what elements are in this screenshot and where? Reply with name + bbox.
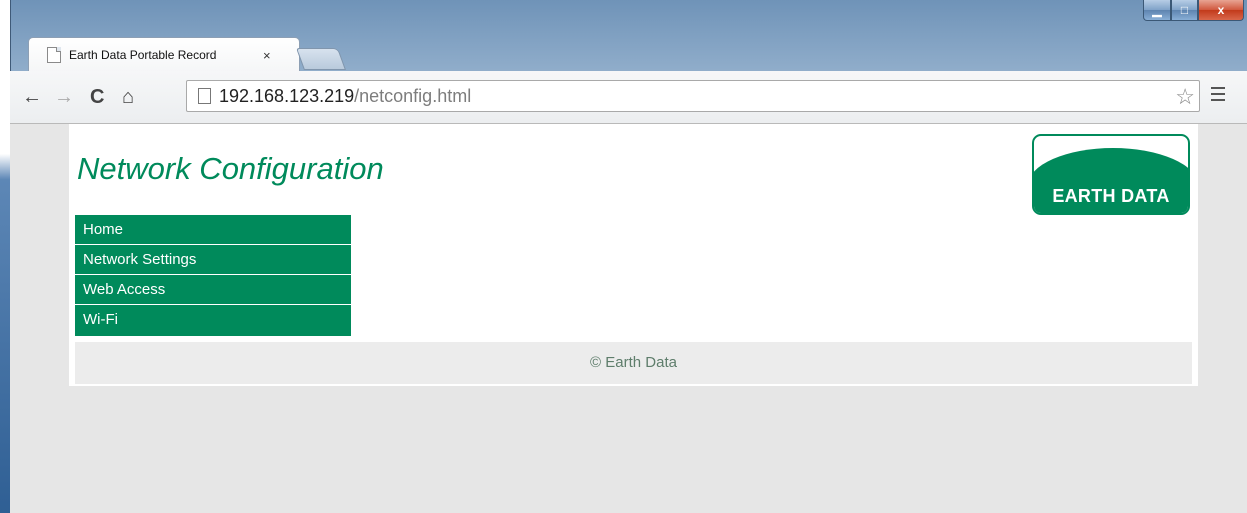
home-icon[interactable]: ⌂ bbox=[122, 85, 134, 109]
desktop-edge bbox=[0, 0, 10, 513]
close-window-button[interactable]: x bbox=[1198, 0, 1244, 21]
browser-tab[interactable]: Earth Data Portable Record × bbox=[28, 37, 300, 72]
maximize-button[interactable]: □ bbox=[1171, 0, 1198, 21]
document-icon bbox=[47, 47, 61, 63]
page-icon bbox=[198, 88, 211, 104]
reload-icon[interactable]: C bbox=[90, 85, 104, 109]
window-controls: ▁ □ x bbox=[1143, 0, 1244, 22]
hamburger-menu-icon[interactable] bbox=[1211, 83, 1225, 105]
page-title: Network Configuration bbox=[77, 151, 384, 186]
earth-data-logo: EARTH DATA bbox=[1032, 134, 1190, 215]
forward-arrow-icon[interactable]: → bbox=[54, 85, 74, 109]
address-bar[interactable]: 192.168.123.219/netconfig.html ☆ bbox=[186, 80, 1200, 112]
page-viewport: Network Configuration EARTH DATA Home Ne… bbox=[10, 124, 1247, 513]
menu-item-wifi[interactable]: Wi-Fi bbox=[75, 305, 351, 336]
back-arrow-icon[interactable]: ← bbox=[22, 85, 42, 109]
page-container: Network Configuration EARTH DATA Home Ne… bbox=[69, 124, 1198, 386]
star-icon[interactable]: ☆ bbox=[1175, 84, 1195, 110]
page-footer: © Earth Data bbox=[75, 342, 1192, 384]
side-menu: Home Network Settings Web Access Wi-Fi bbox=[75, 215, 351, 336]
url-text: 192.168.123.219/netconfig.html bbox=[219, 86, 471, 107]
new-tab-button[interactable] bbox=[295, 48, 347, 70]
minimize-button[interactable]: ▁ bbox=[1143, 0, 1171, 21]
url-host: 192.168.123.219 bbox=[219, 85, 355, 106]
tab-title: Earth Data Portable Record bbox=[69, 48, 217, 62]
tab-close-icon[interactable]: × bbox=[263, 48, 271, 63]
logo-text: EARTH DATA bbox=[1052, 186, 1170, 206]
url-path: /netconfig.html bbox=[354, 85, 472, 106]
menu-item-home[interactable]: Home bbox=[75, 215, 351, 245]
browser-toolbar: ← → C ⌂ 192.168.123.219/netconfig.html ☆ bbox=[10, 71, 1247, 124]
menu-item-network-settings[interactable]: Network Settings bbox=[75, 245, 351, 275]
menu-item-web-access[interactable]: Web Access bbox=[75, 275, 351, 305]
